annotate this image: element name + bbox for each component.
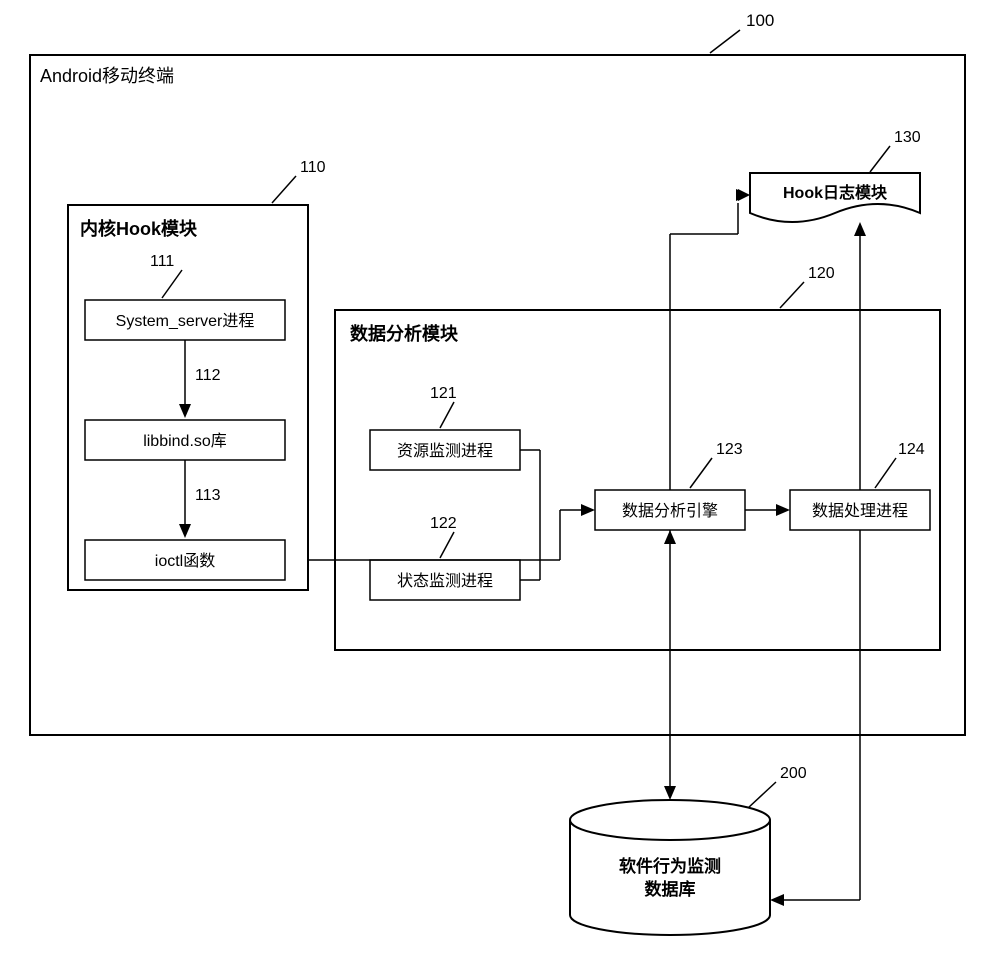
b124-num: 124: [898, 441, 925, 458]
log-num: 130: [894, 129, 921, 146]
b111-num: 111: [150, 253, 174, 270]
b122-num: 122: [430, 515, 457, 532]
b121-num: 121: [430, 385, 457, 402]
b112-num: 112: [195, 367, 221, 384]
data-analysis-module: [335, 310, 940, 650]
behavior-db: 软件行为监测 数据库: [570, 800, 770, 935]
kernel-num: 110: [300, 159, 326, 176]
outer-title: Android移动终端: [40, 66, 174, 86]
b124-text: 数据处理进程: [812, 502, 908, 520]
b111-text: System_server进程: [116, 312, 255, 330]
b112-text: libbind.so库: [143, 432, 227, 450]
db-num: 200: [780, 765, 807, 782]
b113-num: 113: [195, 487, 221, 504]
b113-text: ioctl函数: [155, 552, 215, 570]
outer-container: [30, 55, 965, 735]
kernel-module: [68, 205, 308, 590]
data-title: 数据分析模块: [350, 323, 459, 344]
db-text-l1: 软件行为监测: [619, 856, 721, 876]
b123-num: 123: [716, 441, 743, 458]
outer-num: 100: [746, 11, 774, 30]
architecture-diagram: Android移动终端 100 内核Hook模块 110 System_serv…: [0, 0, 1000, 963]
b121-text: 资源监测进程: [397, 442, 493, 460]
log-text: Hook日志模块: [783, 183, 888, 202]
b123-text: 数据分析引擎: [622, 502, 718, 520]
b122-text: 状态监测进程: [397, 572, 493, 590]
db-text-l2: 数据库: [645, 879, 696, 899]
kernel-title: 内核Hook模块: [80, 218, 198, 239]
data-num: 120: [808, 265, 835, 282]
